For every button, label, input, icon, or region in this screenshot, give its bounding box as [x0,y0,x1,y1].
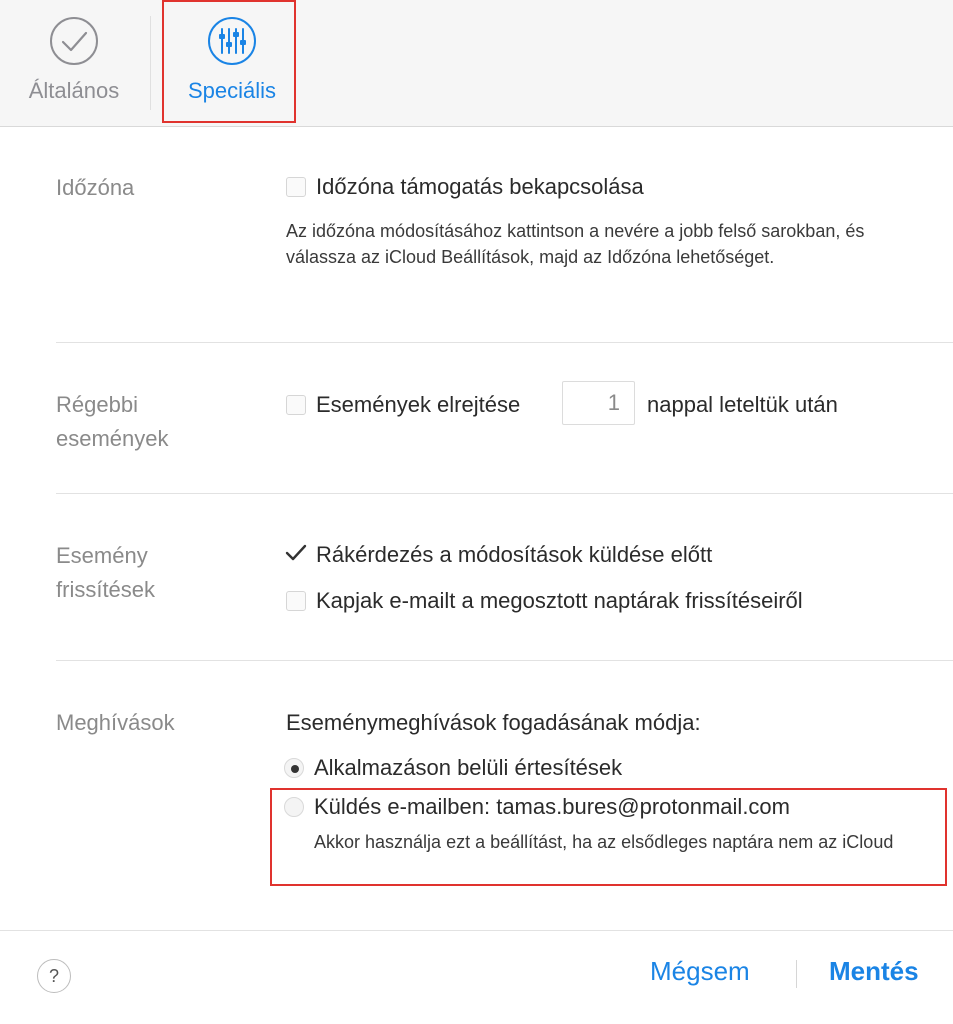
invitations-prompt: Eseménymeghívások fogadásának módja: [286,710,701,735]
timezone-support-label: Időzóna támogatás bekapcsolása [316,174,644,199]
help-button[interactable]: ? [37,959,71,993]
tab-general-label: Általános [28,78,120,103]
section-divider [56,660,953,661]
cancel-button[interactable]: Mégsem [650,956,750,987]
highlight-box-advanced-tab [162,0,296,123]
in-app-notifications-radio[interactable] [284,758,304,778]
tab-general[interactable]: Általános [18,0,130,126]
section-label-event-updates: Esemény frissítések [56,543,156,602]
section-label-invitations: Meghívások [56,710,175,735]
preferences-toolbar: Általános Speciális [0,0,953,127]
shared-calendar-email-checkbox[interactable] [286,591,306,611]
section-label-timezone: Időzóna [56,175,135,200]
tab-divider [150,16,151,110]
hide-events-checkbox[interactable] [286,395,306,415]
checkmark-circle-icon [49,16,99,66]
footer-button-separator [796,960,797,988]
footer-divider [0,930,953,931]
section-label-older-events: Régebbi események [56,392,169,451]
ask-before-sending-checkbox[interactable] [284,543,308,563]
section-divider [56,342,953,343]
timezone-help-text: Az időzóna módosításához kattintson a ne… [286,221,865,267]
hide-events-label: Események elrejtése [316,392,521,417]
shared-calendar-email-label: Kapjak e-mailt a megosztott naptárak fri… [316,588,803,613]
in-app-notifications-label: Alkalmazáson belüli értesítések [314,755,623,780]
highlight-box-email-option [270,788,947,886]
hide-events-days-input[interactable]: 1 [562,381,635,425]
section-divider [56,493,953,494]
timezone-support-checkbox[interactable] [286,177,306,197]
hide-events-suffix-label: nappal leteltük után [647,392,838,417]
ask-before-sending-label: Rákérdezés a módosítások küldése előtt [316,542,713,567]
save-button[interactable]: Mentés [829,956,919,987]
